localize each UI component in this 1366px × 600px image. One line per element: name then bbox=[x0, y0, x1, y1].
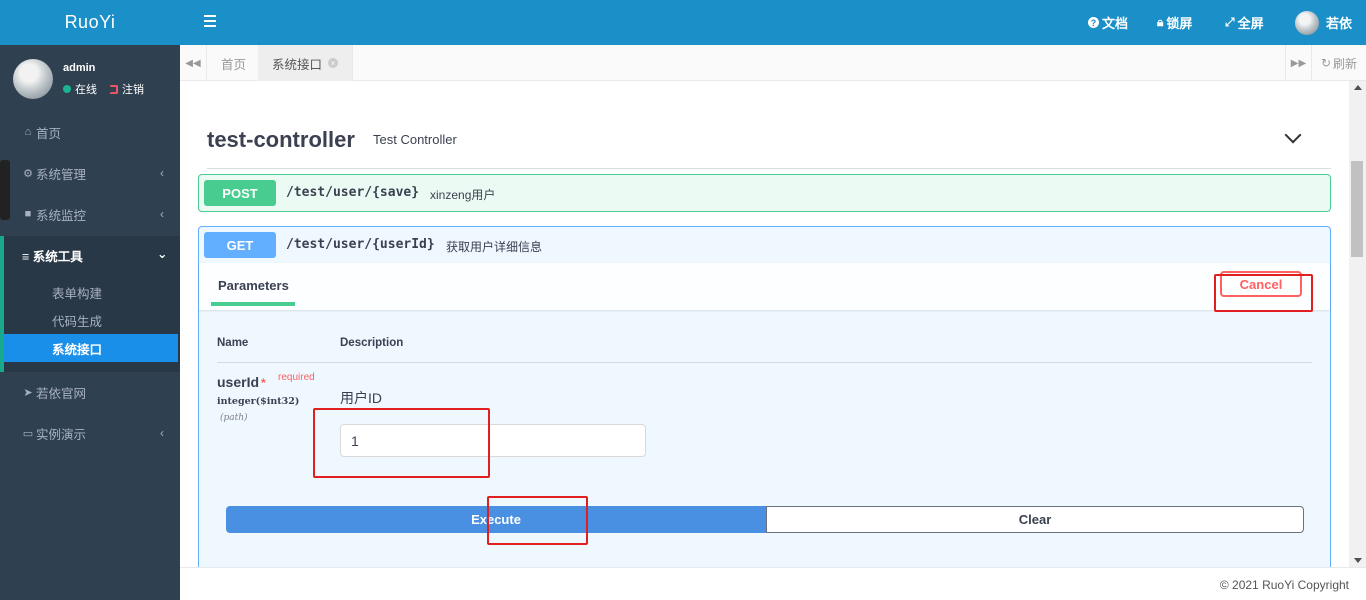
clear-button[interactable]: Clear bbox=[766, 506, 1304, 533]
header-avatar[interactable] bbox=[1295, 11, 1319, 35]
scrollbar-thumb[interactable] bbox=[1351, 161, 1363, 257]
tab-system-api[interactable]: 系统接口 × bbox=[258, 45, 354, 81]
sidebar-item-label: 若依官网 bbox=[36, 386, 87, 401]
sidebar-item-system-monitor[interactable]: ■ 系统监控 ‹ bbox=[0, 194, 180, 234]
lock-icon: 🔒︎ bbox=[1157, 15, 1164, 29]
param-location: (path) bbox=[220, 413, 248, 423]
parameters-header: Parameters Cancel bbox=[199, 263, 1330, 310]
menu-toggle-icon[interactable] bbox=[204, 15, 216, 27]
desktop-icon: ▭ bbox=[22, 427, 34, 440]
logout-icon[interactable] bbox=[109, 84, 118, 94]
opblock-get-user: GET /test/user/{userId} 获取用户详细信息 Paramet… bbox=[198, 226, 1331, 567]
execute-button[interactable]: Execute bbox=[226, 506, 766, 533]
sidebar: RuoYi admin 在线 注销 ⌂ 首页 ⚙ 系统管理 ‹ ■ 系统监控 ‹ bbox=[0, 0, 180, 600]
gear-icon: ⚙ bbox=[23, 167, 33, 180]
swagger-content: test-controller Test Controller POST /te… bbox=[180, 81, 1366, 567]
tab-parameters[interactable]: Parameters bbox=[211, 263, 295, 306]
controller-header[interactable]: test-controller Test Controller bbox=[207, 121, 1331, 169]
tab-scroll-left-icon[interactable]: ◀◀ bbox=[180, 45, 207, 81]
expand-icon: ⤢ bbox=[1225, 15, 1235, 29]
side-handle bbox=[0, 160, 10, 220]
app-logo[interactable]: RuoYi bbox=[0, 0, 180, 45]
tab-label: 首页 bbox=[221, 57, 247, 72]
param-description: 用户ID bbox=[340, 390, 382, 406]
param-name: userId * bbox=[217, 374, 266, 390]
param-name-text: userId bbox=[217, 374, 260, 390]
user-status: 在线 注销 bbox=[63, 81, 144, 97]
tab-home[interactable]: 首页 bbox=[207, 45, 262, 81]
tab-label: 系统接口 bbox=[272, 57, 323, 72]
sidebar-item-label: 系统管理 bbox=[36, 167, 87, 182]
video-icon: ■ bbox=[24, 208, 32, 220]
collapse-chevron-icon[interactable] bbox=[1284, 126, 1302, 144]
sidebar-item-demos[interactable]: ▭ 实例演示 ‹ bbox=[0, 413, 180, 453]
bars-icon: ≡ bbox=[22, 250, 30, 264]
endpoint-summary: xinzeng用户 bbox=[430, 188, 496, 202]
docs-link[interactable]: ? 文档 bbox=[1088, 13, 1128, 32]
sidebar-item-label: 实例演示 bbox=[36, 427, 87, 442]
sidebar-group-system-tools: ≡ 系统工具 ⌄ 表单构建 代码生成 系统接口 bbox=[0, 236, 180, 372]
required-star: * bbox=[261, 376, 266, 390]
logout-link[interactable]: 注销 bbox=[122, 81, 144, 97]
lock-label: 锁屏 bbox=[1166, 16, 1193, 31]
chevron-down-icon: ⌄ bbox=[157, 247, 168, 261]
column-header-name: Name bbox=[217, 337, 249, 349]
copyright-text: © 2021 RuoYi Copyright bbox=[1219, 578, 1349, 592]
chevron-left-icon: ‹ bbox=[160, 426, 164, 440]
online-label: 在线 bbox=[75, 84, 97, 96]
tab-close-icon[interactable]: × bbox=[328, 58, 339, 68]
lock-screen-link[interactable]: 🔒︎ 锁屏 bbox=[1157, 13, 1192, 32]
sidebar-item-system-tools[interactable]: ≡ 系统工具 ⌄ bbox=[22, 246, 167, 265]
sidebar-subitem-form-builder[interactable]: 表单构建 bbox=[4, 278, 180, 306]
execute-button-row: Execute Clear bbox=[226, 506, 1304, 533]
tabs-bar: ◀◀ 首页 系统接口 × ▶▶ ↻ 刷新 bbox=[180, 45, 1366, 81]
endpoint-summary: 获取用户详细信息 bbox=[446, 240, 543, 254]
refresh-icon: ↻ bbox=[1320, 56, 1332, 70]
tab-parameters-label: Parameters bbox=[218, 278, 289, 293]
endpoint-path[interactable]: /test/user/{userId} bbox=[286, 237, 435, 252]
user-avatar[interactable] bbox=[13, 59, 53, 99]
scroll-up-icon[interactable] bbox=[1354, 85, 1362, 90]
scroll-down-icon[interactable] bbox=[1354, 558, 1362, 563]
sidebar-subitem-system-api[interactable]: 系统接口 bbox=[4, 334, 178, 362]
cancel-button[interactable]: Cancel bbox=[1220, 271, 1302, 297]
content-scrollbar[interactable] bbox=[1349, 81, 1366, 567]
method-badge-get[interactable]: GET bbox=[204, 232, 276, 258]
sidebar-item-home[interactable]: ⌂ 首页 bbox=[0, 112, 180, 152]
question-icon: ? bbox=[1088, 17, 1099, 28]
send-icon: ➤ bbox=[23, 386, 33, 399]
chevron-left-icon: ‹ bbox=[160, 207, 164, 221]
home-icon: ⌂ bbox=[24, 126, 32, 138]
param-required-label: required bbox=[278, 372, 315, 383]
footer: © 2021 RuoYi Copyright bbox=[180, 567, 1366, 600]
user-panel: admin 在线 注销 bbox=[0, 45, 180, 113]
sidebar-item-official-site[interactable]: ➤ 若依官网 bbox=[0, 372, 180, 412]
sidebar-item-label: 系统监控 bbox=[36, 208, 87, 223]
sidebar-item-label: 首页 bbox=[36, 126, 62, 141]
fullscreen-link[interactable]: ⤢ 全屏 bbox=[1225, 13, 1264, 32]
divider bbox=[217, 362, 1312, 363]
chevron-left-icon: ‹ bbox=[160, 166, 164, 180]
param-type: integer($int32) bbox=[217, 396, 300, 407]
user-name: admin bbox=[63, 62, 96, 74]
controller-name: test-controller bbox=[207, 127, 355, 152]
userid-input[interactable] bbox=[340, 424, 646, 457]
column-header-description: Description bbox=[340, 337, 404, 349]
sidebar-item-system-manage[interactable]: ⚙ 系统管理 ‹ bbox=[0, 153, 180, 193]
refresh-label: 刷新 bbox=[1333, 56, 1358, 71]
opblock-post-save[interactable]: POST /test/user/{save} xinzeng用户 bbox=[198, 174, 1331, 212]
method-badge-post: POST bbox=[204, 180, 276, 206]
top-navbar: ? 文档 🔒︎ 锁屏 ⤢ 全屏 若依 bbox=[180, 0, 1366, 45]
endpoint-path: /test/user/{save} bbox=[286, 185, 420, 200]
tab-scroll-right-icon[interactable]: ▶▶ bbox=[1285, 45, 1311, 81]
fullscreen-label: 全屏 bbox=[1237, 16, 1264, 31]
header-username[interactable]: 若依 bbox=[1326, 13, 1352, 32]
sidebar-item-label: 系统工具 bbox=[32, 250, 83, 264]
online-dot-icon bbox=[63, 85, 71, 93]
controller-description: Test Controller bbox=[373, 132, 457, 147]
refresh-button[interactable]: ↻ 刷新 bbox=[1311, 45, 1366, 81]
docs-label: 文档 bbox=[1102, 16, 1129, 31]
app-root: RuoYi admin 在线 注销 ⌂ 首页 ⚙ 系统管理 ‹ ■ 系统监控 ‹ bbox=[0, 0, 1366, 600]
sidebar-subitem-code-gen[interactable]: 代码生成 bbox=[4, 306, 180, 334]
